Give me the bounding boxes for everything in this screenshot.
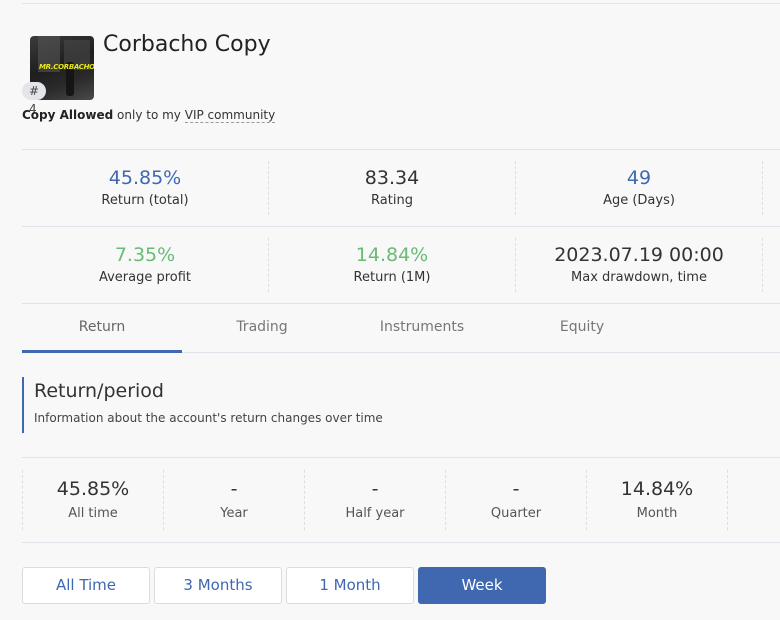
page-title: Corbacho Copy	[103, 32, 271, 57]
period-value: 14.84%	[620, 478, 694, 500]
stat-value: 45.85%	[108, 167, 182, 189]
vip-community-link[interactable]: VIP community	[184, 108, 276, 123]
stat-label: Max drawdown, time	[571, 270, 707, 285]
stat-value: 49	[626, 167, 652, 189]
period-quarter: - Quarter	[445, 470, 586, 530]
period-label: Year	[220, 506, 248, 521]
stats-grid: 45.85% Return (total) 83.34 Rating 49 Ag…	[22, 149, 780, 304]
stat-value: 14.84%	[355, 244, 429, 266]
stat-return-total: 45.85% Return (total)	[22, 161, 269, 215]
range-selector: All Time 3 Months 1 Month Week	[22, 567, 546, 604]
period-value: -	[512, 478, 520, 500]
stat-value: 7.35%	[114, 244, 176, 266]
copy-restriction-text: only to my	[117, 108, 181, 122]
copy-permission: Copy Allowed only to my VIP community	[22, 108, 276, 123]
range-1-month-button[interactable]: 1 Month	[286, 567, 414, 604]
stats-row: 7.35% Average profit 14.84% Return (1M) …	[22, 227, 780, 304]
stat-return-1m: 14.84% Return (1M)	[269, 238, 516, 292]
rank-badge: # 4	[22, 82, 47, 116]
stat-rating: 83.34 Rating	[269, 161, 516, 215]
period-all-time: 45.85% All time	[22, 470, 163, 530]
section-header: Return/period Information about the acco…	[22, 377, 383, 433]
period-value: 44	[728, 486, 780, 510]
period-week-partial: 44	[727, 470, 780, 530]
stat-label: Return (total)	[101, 193, 189, 208]
stat-label: Rating	[371, 193, 413, 208]
period-half-year: - Half year	[304, 470, 445, 530]
copy-allowed-label: Copy Allowed	[22, 108, 114, 122]
stat-label: Average profit	[98, 270, 192, 285]
period-year: - Year	[163, 470, 304, 530]
tab-return[interactable]: Return	[22, 304, 182, 353]
section-title: Return/period	[34, 380, 164, 402]
tab-instruments[interactable]: Instruments	[342, 304, 502, 352]
stat-average-profit: 7.35% Average profit	[22, 238, 269, 292]
stat-label: Age (Days)	[603, 193, 675, 208]
stat-age: 49 Age (Days)	[516, 161, 763, 215]
period-value: -	[371, 478, 379, 500]
period-returns: 45.85% All time - Year - Half year - Qua…	[22, 457, 780, 543]
period-value: 45.85%	[56, 478, 130, 500]
tab-trading[interactable]: Trading	[182, 304, 342, 352]
stat-max-drawdown-time: 2023.07.19 00:00 Max drawdown, time	[516, 238, 763, 292]
stat-label: Return (1M)	[353, 270, 431, 285]
period-month: 14.84% Month	[586, 470, 727, 530]
stats-row: 45.85% Return (total) 83.34 Rating 49 Ag…	[22, 150, 780, 227]
stat-value: 83.34	[364, 167, 420, 189]
period-label: All time	[68, 506, 118, 521]
tab-bar: Return Trading Instruments Equity	[22, 304, 780, 353]
period-value: -	[230, 478, 238, 500]
stat-value: 2023.07.19 00:00	[554, 244, 724, 266]
range-week-button[interactable]: Week	[418, 567, 546, 604]
period-label: Month	[636, 506, 678, 521]
avatar-text: MR.CORBACHO	[39, 63, 94, 71]
range-3-months-button[interactable]: 3 Months	[154, 567, 282, 604]
top-divider	[22, 3, 780, 4]
period-label: Quarter	[490, 506, 542, 521]
period-label: Half year	[345, 506, 405, 521]
range-all-time-button[interactable]: All Time	[22, 567, 150, 604]
section-description: Information about the account's return c…	[34, 411, 383, 425]
tab-equity[interactable]: Equity	[502, 304, 662, 352]
